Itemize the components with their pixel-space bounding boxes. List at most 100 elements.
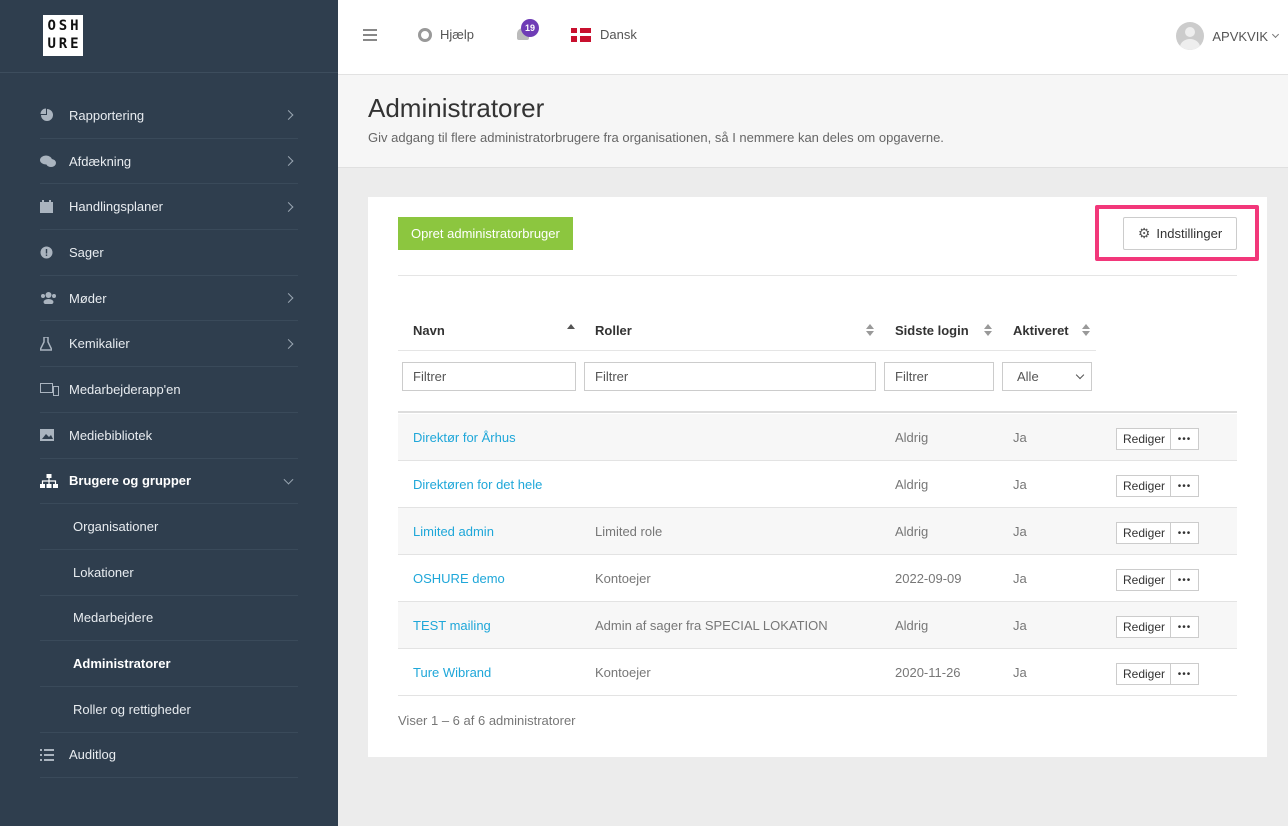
sitemap-icon — [40, 473, 60, 488]
sidebar-item-label: Roller og rettigheder — [73, 701, 191, 717]
sidebar: O S H U R E Rapportering Afdækning Handl… — [0, 0, 338, 826]
avatar — [1176, 22, 1205, 50]
sort-icon[interactable] — [1082, 324, 1090, 336]
edit-button[interactable]: Rediger — [1116, 569, 1173, 591]
user-menu[interactable]: APVKVIK — [1176, 22, 1280, 50]
edit-button[interactable]: Rediger — [1116, 428, 1173, 450]
exclamation-circle-icon — [40, 245, 60, 259]
admin-name-link[interactable]: Direktør for Århus — [413, 430, 516, 445]
roles-filter-input[interactable] — [584, 362, 876, 391]
sidebar-item-organisationer[interactable]: Organisationer — [40, 504, 298, 550]
sidebar-item-mediebibliotek[interactable]: Mediebibliotek — [40, 413, 298, 459]
sidebar-item-sager[interactable]: Sager — [40, 230, 298, 276]
edit-button[interactable]: Rediger — [1116, 522, 1173, 544]
sidebar-item-moeder[interactable]: Møder — [40, 276, 298, 322]
logo-letter: H — [70, 18, 79, 34]
column-header-name[interactable]: Navn — [413, 323, 445, 338]
edit-button[interactable]: Rediger — [1116, 616, 1173, 638]
admin-role: Limited role — [595, 524, 663, 539]
active-filter-value: Alle — [1017, 369, 1039, 384]
logo-letter: S — [58, 18, 68, 34]
table-row: TEST mailing Admin af sager fra SPECIAL … — [398, 602, 1237, 649]
logo-area: O S H U R E — [0, 0, 338, 73]
sort-icon[interactable] — [984, 324, 992, 336]
sidebar-item-label: Sager — [69, 244, 104, 260]
chevron-down-icon — [283, 474, 294, 485]
logo-letter: R — [58, 35, 68, 52]
more-options-button[interactable]: ••• — [1170, 569, 1199, 591]
sidebar-item-label: Medarbejderapp'en — [69, 381, 181, 397]
sidebar-item-roller-og-rettigheder[interactable]: Roller og rettigheder — [40, 687, 298, 733]
sort-asc-icon[interactable] — [567, 324, 575, 336]
admin-name-link[interactable]: OSHURE demo — [413, 571, 505, 586]
gear-icon: ⚙ — [1137, 225, 1151, 241]
admin-active: Ja — [1013, 477, 1027, 492]
sidebar-item-medarbejderappen[interactable]: Medarbejderapp'en — [40, 367, 298, 413]
image-icon — [40, 428, 60, 442]
create-admin-button[interactable]: Opret administratorbruger — [398, 217, 573, 250]
more-options-button[interactable]: ••• — [1170, 475, 1199, 497]
table-row: Limited admin Limited role Aldrig Ja Red… — [398, 508, 1237, 555]
admin-name-link[interactable]: Ture Wibrand — [413, 665, 491, 680]
table-row: Direktøren for det hele Aldrig Ja Redige… — [398, 461, 1237, 508]
sidebar-item-label: Kemikalier — [69, 336, 130, 352]
more-options-button[interactable]: ••• — [1170, 616, 1199, 638]
edit-button[interactable]: Rediger — [1116, 663, 1173, 685]
header-divider — [398, 350, 1096, 351]
more-options-button[interactable]: ••• — [1170, 663, 1199, 685]
notification-badge[interactable]: 19 — [521, 19, 539, 37]
sidebar-item-brugere-og-grupper[interactable]: Brugere og grupper — [40, 459, 298, 505]
admin-last-login: Aldrig — [895, 618, 929, 633]
sidebar-item-handlingsplaner[interactable]: Handlingsplaner — [40, 184, 298, 231]
sidebar-item-label: Brugere og grupper — [69, 473, 192, 489]
column-header-active[interactable]: Aktiveret — [1013, 323, 1069, 338]
sidebar-item-auditlog[interactable]: Auditlog — [40, 733, 298, 779]
hamburger-menu-icon[interactable] — [363, 29, 377, 41]
sort-icon[interactable] — [866, 324, 874, 336]
chevron-right-icon — [283, 110, 294, 121]
logo-letter: O — [47, 18, 56, 34]
sidebar-item-rapportering[interactable]: Rapportering — [40, 93, 298, 139]
help-label: Hjælp — [440, 27, 474, 42]
admin-active: Ja — [1013, 524, 1027, 539]
admin-name-link[interactable]: Limited admin — [413, 524, 494, 539]
admin-last-login: Aldrig — [895, 524, 929, 539]
table-row: Direktør for Århus Aldrig Ja Rediger ••• — [398, 414, 1237, 461]
admin-last-login: Aldrig — [895, 430, 929, 445]
language-label: Dansk — [600, 27, 637, 42]
sidebar-item-label: Handlingsplaner — [69, 199, 163, 215]
sidebar-item-lokationer[interactable]: Lokationer — [40, 550, 298, 596]
sidebar-nav: Rapportering Afdækning Handlingsplaner S… — [40, 93, 298, 779]
admin-last-login: 2022-09-09 — [895, 571, 962, 586]
admin-name-link[interactable]: Direktøren for det hele — [413, 477, 542, 492]
edit-button[interactable]: Rediger — [1116, 475, 1173, 497]
sidebar-item-administratorer[interactable]: Administratorer — [40, 641, 298, 687]
sidebar-item-medarbejdere[interactable]: Medarbejdere — [40, 596, 298, 642]
language-selector[interactable]: Dansk — [571, 27, 637, 42]
chevron-right-icon — [283, 293, 294, 304]
active-filter-select[interactable]: Alle — [1002, 362, 1092, 391]
chat-bubbles-icon — [40, 154, 60, 168]
column-header-last-login[interactable]: Sidste login — [895, 323, 969, 338]
chevron-down-icon — [1075, 370, 1085, 380]
user-name: APVKVIK — [1212, 28, 1268, 44]
last-login-filter-input[interactable] — [884, 362, 994, 391]
settings-button[interactable]: ⚙ Indstillinger — [1123, 217, 1237, 250]
more-options-button[interactable]: ••• — [1170, 428, 1199, 450]
sidebar-item-afdaekning[interactable]: Afdækning — [40, 139, 298, 185]
more-options-button[interactable]: ••• — [1170, 522, 1199, 544]
logo-letter: E — [70, 35, 79, 52]
oshure-logo[interactable]: O S H U R E — [43, 15, 83, 56]
admin-last-login: Aldrig — [895, 477, 929, 492]
filter-divider — [398, 411, 1237, 413]
devices-icon — [40, 382, 60, 396]
column-header-roles[interactable]: Roller — [595, 323, 632, 338]
name-filter-input[interactable] — [402, 362, 576, 391]
sidebar-item-kemikalier[interactable]: Kemikalier — [40, 321, 298, 368]
admin-name-link[interactable]: TEST mailing — [413, 618, 491, 633]
admin-active: Ja — [1013, 571, 1027, 586]
help-link[interactable]: Hjælp — [418, 27, 474, 42]
page-title: Administratorer — [368, 93, 545, 123]
people-icon — [40, 291, 60, 305]
danish-flag-icon — [571, 27, 591, 42]
